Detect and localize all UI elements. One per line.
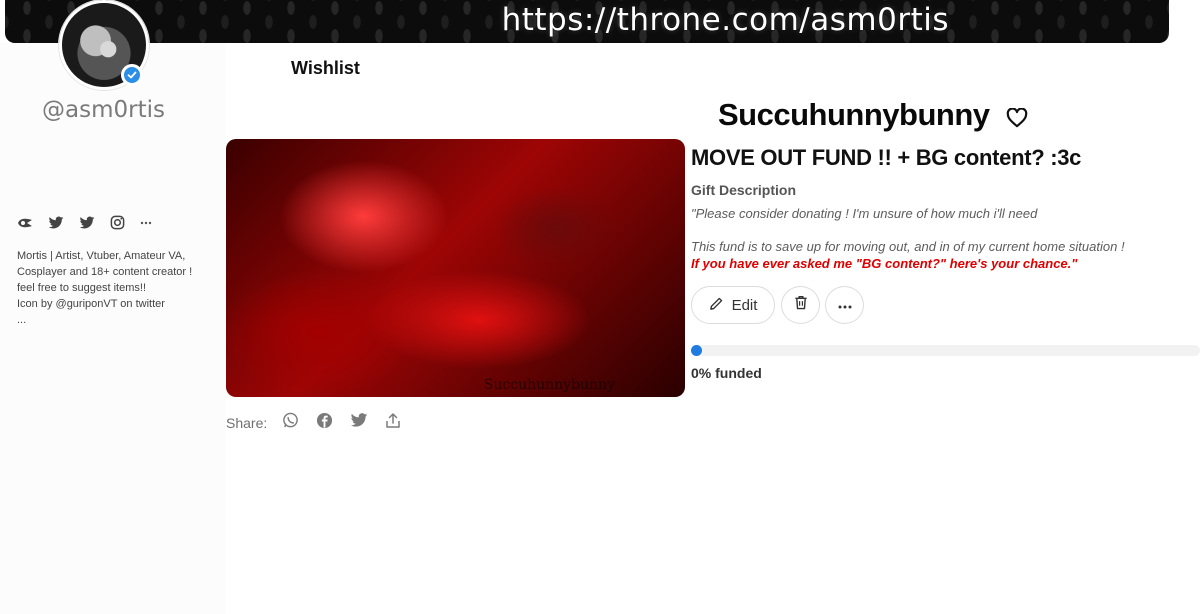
twitter-icon[interactable] [79, 216, 95, 230]
funded-percentage: 0% funded [691, 365, 762, 381]
bio-line: Cosplayer and 18+ content creator ! [17, 266, 193, 278]
page-title: Wishlist [291, 58, 360, 78]
edit-button[interactable]: Edit [691, 286, 775, 324]
gift-description-highlight: If you have ever asked me "BG content?" … [691, 256, 1078, 271]
bio-line: Mortis | Artist, Vtuber, Amateur VA, [17, 250, 186, 262]
banner: https://throne.com/asm0rtis [5, 0, 1169, 43]
gift-description-line: This fund is to save up for moving out, … [691, 239, 1125, 254]
image-watermark: Succuhunnybunny [483, 377, 615, 393]
upload-icon[interactable] [385, 412, 401, 434]
throne-icon[interactable] [17, 217, 33, 229]
whatsapp-icon[interactable] [282, 412, 299, 434]
item-image[interactable]: Succuhunnybunny [226, 139, 685, 397]
instagram-icon[interactable] [110, 215, 125, 230]
profile-sidebar [0, 43, 225, 614]
profile-bio: Mortis | Artist, Vtuber, Amateur VA, Cos… [17, 248, 217, 328]
verified-badge-icon [121, 64, 143, 86]
social-links [17, 215, 152, 230]
more-options-button[interactable] [825, 286, 864, 324]
store-name: Succuhunnybunny [718, 97, 990, 132]
share-row: Share: [226, 412, 401, 434]
facebook-icon[interactable] [316, 412, 333, 434]
trash-icon [794, 295, 808, 315]
gift-description-line: "Please consider donating ! I'm unsure o… [691, 206, 1038, 221]
gift-title: MOVE OUT FUND !! + BG content? :3c [691, 145, 1082, 170]
delete-button[interactable] [781, 286, 820, 324]
edit-label: Edit [731, 296, 758, 314]
heart-outline-icon[interactable] [1006, 107, 1028, 133]
bio-line: feel free to suggest items!! [17, 282, 147, 294]
bio-line: ... [17, 314, 27, 326]
gift-description-label: Gift Description [691, 182, 797, 198]
twitter-icon[interactable] [48, 216, 64, 230]
bio-line: Icon by @guriponVT on twitter [17, 298, 165, 310]
more-icon [838, 296, 852, 314]
profile-url-text: https://throne.com/asm0rtis [501, 2, 949, 38]
username: @asm0rtis [42, 97, 165, 123]
funding-progress-fill [691, 345, 702, 356]
funding-progress-bar [691, 345, 1200, 356]
more-icon[interactable] [140, 221, 152, 225]
share-label: Share: [226, 415, 268, 431]
twitter-icon[interactable] [350, 413, 368, 433]
pencil-icon [709, 296, 724, 315]
